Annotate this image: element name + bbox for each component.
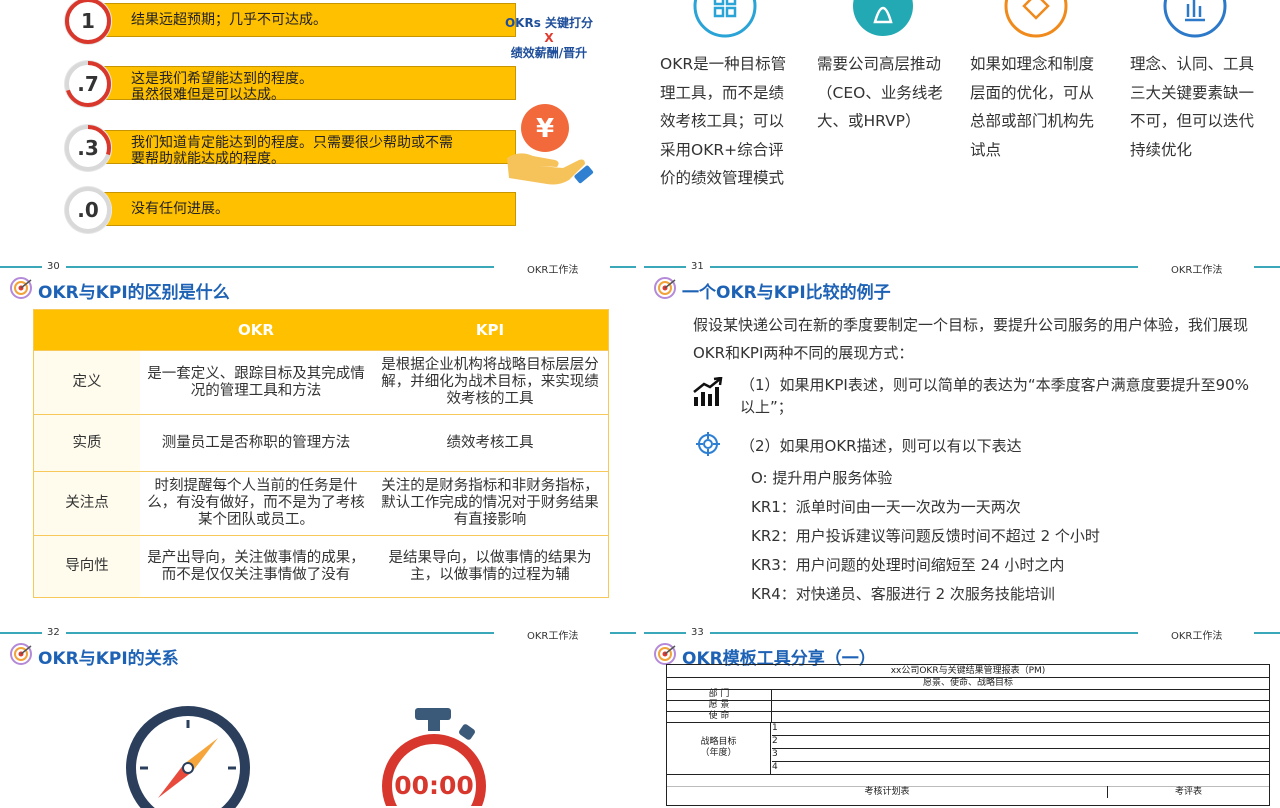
table-header-row: OKR KPI [33,309,609,351]
stopwatch-icon: 00:00 [382,708,486,806]
table-cell: 定义 [33,350,140,415]
table-header: OKR [140,309,372,351]
table-cell: 时刻提醒每个人当前的任务是什么，有没有做好，而不是为了考核某个团队或员工。 [140,471,372,536]
example-intro: 假设某快递公司在新的季度要制定一个目标，要提升公司服务的用户体验，我们展现OKR… [693,316,1249,362]
form-label: 战略目标 （年度） [667,722,771,774]
form-label: 部 门 [667,689,772,700]
example-kpi: （1）如果用KPI表述，则可以简单的表达为“本季度客户满意度要提升至90%以上”… [740,376,1249,416]
okr-template-form: xx公司OKR与关键结果管理报表（PM) 愿景、使命、战略目标 部 门 愿 景 … [666,664,1270,806]
score-bar: 结果远超预期；几乎不可达成。 [104,3,516,37]
principle-text: 理念、认同、工具三大关键要素缺一不可，但可以迭代持续优化 [1130,55,1255,159]
score-value: 1 [81,9,95,33]
table-cell: 关注的是财务指标和非财务指标，默认工作完成的情况对于财务结果有直接影响 [372,471,609,536]
timer-display: 00:00 [394,771,474,800]
form-cell: 2 [772,735,1269,749]
form-label: 愿 景 [667,700,772,711]
okr-link-line1: OKRs 关键打分 [504,16,594,30]
score-value: .0 [77,198,99,222]
table-cell: 是一套定义、跟踪目标及其完成情况的管理工具和方法 [140,350,372,415]
slide-number: 32 [47,627,60,638]
score-description: 我们知道肯定能达到的程度。只需要很少帮助或不需要帮助就能达成的程度。 [131,135,453,167]
score-gauge: 1 [64,0,112,45]
leader-icon [853,0,913,36]
table-cell: 实质 [33,414,140,472]
table-cell: 测量员工是否称职的管理方法 [140,414,372,472]
table-header: KPI [372,309,609,351]
score-row: 没有任何进展。 .0 [64,186,516,234]
okr-link-block: OKRs 关键打分 X 绩效薪酬/晋升 [496,16,602,61]
score-bar: 没有任何进展。 [104,192,516,226]
target-icon [654,277,676,299]
okr-link-x: X [544,31,554,45]
score-row: 结果远超预期；几乎不可达成。 1 [64,0,516,45]
growth-chart-icon [693,377,723,406]
svg-text:¥: ¥ [536,114,554,144]
diamond-icon [1004,0,1068,38]
example-objective: O: 提升用户服务体验 [751,469,893,487]
crosshair-icon [696,432,720,456]
principle-text: OKR是一种目标管理工具，而不是绩效考核工具；可以采用OKR+综合评价的绩效管理… [660,55,787,187]
table-row: 关注点 时刻提醒每个人当前的任务是什么，有没有做好，而不是为了考核某个团队或员工… [33,471,609,536]
principle-text: 需要公司高层推动（CEO、业务线老大、或HRVP） [817,55,943,130]
form-review-label: 考评表 [1174,787,1202,797]
target-icon [10,277,32,299]
table-cell: 是根据企业机构将战略目标层层分解，并细化为战术目标，来实现绩效考核的工具 [372,350,609,415]
slide-number: 33 [691,627,704,638]
comparison-table: OKR KPI 定义 是一套定义、跟踪目标及其完成情况的管理工具和方法 是根据企… [33,309,609,598]
score-gauge: .3 [64,124,112,172]
bar-icon [1163,0,1227,38]
score-row: 我们知道肯定能达到的程度。只需要很少帮助或不需要帮助就能达成的程度。 .3 [64,124,516,172]
table-row: 定义 是一套定义、跟踪目标及其完成情况的管理工具和方法 是根据企业机构将战略目标… [33,350,609,415]
compass-icon [126,706,250,808]
page-title: OKR与KPI的关系 [38,649,179,669]
form-cell: 3 [772,748,1269,762]
score-description: 结果远超预期；几乎不可达成。 [131,12,327,28]
okr-link-line3: 绩效薪酬/晋升 [510,46,588,60]
score-row: 这是我们希望能达到的程度。 虽然很难但是可以达成。 .7 [64,60,516,108]
score-gauge: .0 [64,186,112,234]
score-description: 这是我们希望能达到的程度。 虽然很难但是可以达成。 [131,71,313,103]
slide-number: 30 [47,261,60,272]
table-cell: 关注点 [33,471,140,536]
slide-brand: OKR工作法 [1171,631,1223,642]
score-value: .3 [77,136,99,160]
table-row: 实质 测量员工是否称职的管理方法 绩效考核工具 [33,414,609,472]
target-icon [654,643,676,665]
form-plan-label: 考核计划表 [667,786,1108,798]
key-result-item: KR3：用户问题的处理时间缩短至 24 小时之内 [751,556,1065,574]
principle-text: 如果如理念和制度层面的优化，可从总部或部门机构先试点 [970,55,1095,159]
yen-hand-icon: ¥ [507,104,594,185]
slide-brand: OKR工作法 [1171,265,1223,276]
score-bar: 我们知道肯定能达到的程度。只需要很少帮助或不需要帮助就能达成的程度。 [104,130,516,167]
form-cell: 4 [772,762,778,772]
score-bar: 这是我们希望能达到的程度。 虽然很难但是可以达成。 [104,66,516,103]
score-value: .7 [77,72,99,96]
table-cell: 导向性 [33,535,140,598]
target-icon [10,643,32,665]
example-okr: （2）如果用OKR描述，则可以有以下表达 [740,437,1022,455]
key-result-item: KR4：对快递员、客服进行 2 次服务技能培训 [751,585,1055,603]
table-cell: 是产出导向，关注做事情的成果，而不是仅仅关注事情做了没有 [140,535,372,598]
clover-icon [693,0,757,38]
form-label: 使 命 [667,711,772,722]
table-row: 导向性 是产出导向，关注做事情的成果，而不是仅仅关注事情做了没有 是结果导向，以… [33,535,609,598]
slide-number: 31 [691,261,704,272]
table-cell: 是结果导向，以做事情的结果为主，以做事情的过程为辅 [372,535,609,598]
table-cell: 绩效考核工具 [372,414,609,472]
page-title: 一个OKR与KPI比较的例子 [682,283,891,303]
slide-brand: OKR工作法 [527,265,579,276]
slide-brand: OKR工作法 [527,631,579,642]
page-title: OKR与KPI的区别是什么 [38,283,230,303]
score-gauge: .7 [64,60,112,108]
key-result-item: KR2：用户投诉建议等问题反馈时间不超过 2 个小时 [751,527,1100,545]
key-result-item: KR1：派单时间由一天一次改为一天两次 [751,498,1021,516]
table-header [33,309,140,351]
score-description: 没有任何进展。 [131,201,229,217]
form-cell: 1 [772,722,1269,736]
